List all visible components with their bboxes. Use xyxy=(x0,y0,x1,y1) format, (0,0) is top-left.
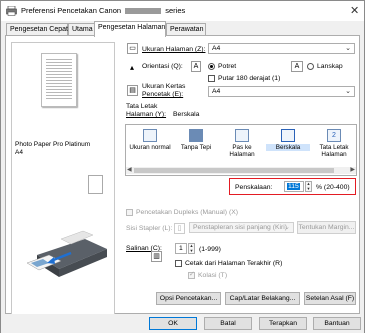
scaling-label: Penskalaan: xyxy=(235,184,273,191)
page-layout-label-1: Tata Letak xyxy=(126,103,158,110)
page-size-label: Ukuran Halaman (Z): xyxy=(142,46,206,53)
portrait-radio[interactable] xyxy=(208,63,215,70)
scaling-value: 115 xyxy=(287,183,300,190)
copies-icon: ▥ xyxy=(151,251,162,262)
window-title-suffix: series xyxy=(165,6,186,15)
page-layout-current: Berskala xyxy=(173,111,200,118)
printer-illustration xyxy=(27,230,107,277)
paper-size-icon xyxy=(88,175,103,194)
copies-input[interactable]: 1 xyxy=(175,243,187,254)
scaled-icon xyxy=(281,129,295,142)
layout-scrollbar[interactable]: ◀ ▶ xyxy=(126,167,356,174)
landscape-radio[interactable] xyxy=(307,63,314,70)
stapling-icon: ▯ xyxy=(174,223,185,234)
ok-button[interactable]: OK xyxy=(149,317,197,330)
window-title: Preferensi Pencetakan Canon series xyxy=(21,6,185,15)
printer-icon xyxy=(6,6,17,16)
media-type-label: Photo Paper Pro Platinum A4 xyxy=(15,141,90,157)
stapling-side-value: Penstapleran sisi panjang (Kiri) xyxy=(193,224,288,231)
page-layout-label-2: Halaman (Y): xyxy=(126,111,167,118)
print-from-last-page-checkbox[interactable] xyxy=(175,260,182,267)
stapling-side-label: Sisi Stapler (L): xyxy=(126,225,173,232)
orientation-icon: ▴ xyxy=(130,63,135,72)
printer-paper-label-2: Pencetak (E): xyxy=(142,91,184,98)
page-size-icon: ▭ xyxy=(127,43,138,54)
borderless-icon xyxy=(189,129,203,142)
scaling-range: % (20-400) xyxy=(316,184,350,191)
printer-paper-select[interactable]: A4 ⌄ xyxy=(208,86,355,97)
fit-to-page-icon xyxy=(235,129,249,142)
stamp-background-button[interactable]: Cap/Latar Belakang... xyxy=(225,292,300,305)
media-size: A4 xyxy=(15,149,23,156)
window-title-prefix: Preferensi Pencetakan Canon xyxy=(21,6,122,15)
collate-checkbox[interactable] xyxy=(188,270,195,279)
chevron-down-icon: ⌄ xyxy=(284,224,290,231)
page-preview xyxy=(41,53,77,107)
copies-value: 1 xyxy=(179,245,183,252)
duplex-checkbox[interactable] xyxy=(126,209,133,216)
chevron-down-icon: ⌄ xyxy=(345,88,351,95)
scroll-left-icon[interactable]: ◀ xyxy=(127,166,132,173)
tab-page-setup[interactable]: Pengesetan Halaman xyxy=(94,21,166,37)
redacted-model-name xyxy=(125,8,162,15)
defaults-button[interactable]: Setelan Asal (F) xyxy=(304,292,356,305)
page-layout-2-icon: 2 xyxy=(327,129,341,142)
landscape-label: Lanskap xyxy=(317,63,343,70)
layout-option-label: Pas ke Halaman xyxy=(229,144,255,158)
page-size-value: A4 xyxy=(212,45,221,52)
orientation-label: Orientasi (Q): xyxy=(142,63,183,70)
printer-paper-label-1: Ukuran Kertas xyxy=(142,83,186,90)
media-type-name: Photo Paper Pro Platinum xyxy=(15,141,91,148)
stapling-side-select[interactable]: Penstapleran sisi panjang (Kiri) ⌄ xyxy=(189,222,294,233)
title-bar: Preferensi Pencetakan Canon series ✕ xyxy=(1,1,364,21)
scaling-spinner[interactable]: ▲ ▼ xyxy=(305,181,312,192)
collate-label: Kolasi (T) xyxy=(198,272,228,279)
rotate-180-checkbox[interactable] xyxy=(208,75,215,82)
layout-option-label: Ukuran normal xyxy=(129,144,171,151)
layout-option-label: Tata Letak Halaman xyxy=(319,144,349,158)
page-size-select[interactable]: A4 ⌄ xyxy=(208,43,355,54)
chevron-down-icon: ⌄ xyxy=(345,45,351,52)
scaling-input[interactable]: 115 xyxy=(284,181,304,192)
close-icon[interactable]: ✕ xyxy=(350,4,359,17)
printer-paper-icon: ▤ xyxy=(127,85,138,96)
portrait-label: Potret xyxy=(218,63,237,70)
layout-option-label: Tanpa Tepi xyxy=(180,144,212,151)
printing-preferences-dialog: Preferensi Pencetakan Canon series ✕ Pen… xyxy=(0,0,365,333)
copies-range: (1-999) xyxy=(199,246,221,253)
rotate-180-label: Putar 180 derajat (1) xyxy=(218,75,281,82)
printer-paper-value: A4 xyxy=(212,88,221,95)
help-button[interactable]: Bantuan xyxy=(313,317,361,330)
print-from-last-page-label: Cetak dari Halaman Terakhir (R) xyxy=(185,260,283,267)
landscape-glyph-icon: A xyxy=(291,61,303,72)
duplex-label: Pencetakan Dupleks (Manual) (X) xyxy=(136,209,238,216)
cancel-button[interactable]: Batal xyxy=(204,317,252,330)
scroll-right-icon[interactable]: ▶ xyxy=(350,166,355,173)
scrollbar-thumb[interactable] xyxy=(134,168,334,173)
specify-margin-button[interactable]: Tentukan Margin... xyxy=(297,221,356,234)
apply-button[interactable]: Terapkan xyxy=(259,317,307,330)
layout-option-label: Berskala xyxy=(266,144,310,151)
copies-spinner[interactable]: ▲ ▼ xyxy=(188,243,195,254)
normal-size-icon xyxy=(143,129,157,142)
print-options-button[interactable]: Opsi Pencetakan... xyxy=(156,292,221,305)
portrait-glyph-icon: A xyxy=(191,61,201,72)
